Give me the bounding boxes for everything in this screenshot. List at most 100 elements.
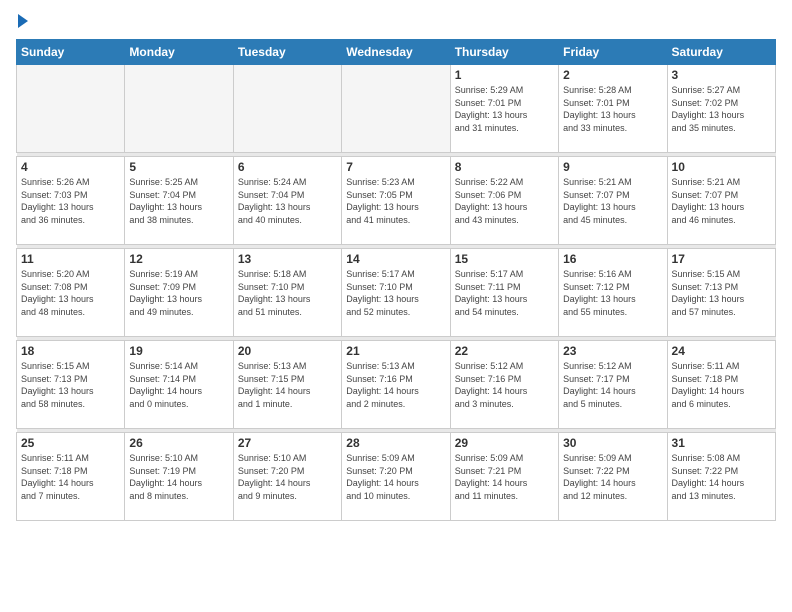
calendar-cell: 7Sunrise: 5:23 AM Sunset: 7:05 PM Daylig…: [342, 157, 450, 245]
calendar-cell: 24 Sunrise: 5:11 AM Sunset: 7:18 PM Dayli…: [667, 341, 775, 429]
day-info: Sunrise: 5:12 AM Sunset: 7:17 PM Dayligh…: [563, 360, 662, 410]
day-number: 3: [672, 68, 771, 82]
day-info: Sunrise: 5:26 AM Sunset: 7:03 PM Dayligh…: [21, 176, 120, 226]
calendar-cell: 10 Sunrise: 5:21 AM Sunset: 7:07 PM Dayli…: [667, 157, 775, 245]
day-info: Sunrise: 5:23 AM Sunset: 7:05 PM Dayligh…: [346, 176, 445, 226]
calendar-cell: 15 Sunrise: 5:17 AM Sunset: 7:11 PM Dayli…: [450, 249, 558, 337]
calendar-cell: 12 Sunrise: 5:19 AM Sunset: 7:09 PM Dayli…: [125, 249, 233, 337]
day-info: Sunrise: 5:10 AM Sunset: 7:19 PM Dayligh…: [129, 452, 228, 502]
calendar-cell: [17, 65, 125, 153]
day-number: 20: [238, 344, 337, 358]
weekday-header-wednesday: Wednesday: [342, 40, 450, 65]
day-info: Sunrise: 5:24 AM Sunset: 7:04 PM Dayligh…: [238, 176, 337, 226]
day-info: Sunrise: 5:17 AM Sunset: 7:11 PM Dayligh…: [455, 268, 554, 318]
calendar-cell: 6 Sunrise: 5:24 AM Sunset: 7:04 PM Daylig…: [233, 157, 341, 245]
day-number: 22: [455, 344, 554, 358]
day-number: 19: [129, 344, 228, 358]
calendar-cell: 3 Sunrise: 5:27 AM Sunset: 7:02 PM Daylig…: [667, 65, 775, 153]
day-number: 16: [563, 252, 662, 266]
day-number: 24: [672, 344, 771, 358]
calendar-cell: 30Sunrise: 5:09 AM Sunset: 7:22 PM Dayli…: [559, 433, 667, 521]
calendar-cell: 23 Sunrise: 5:12 AM Sunset: 7:17 PM Dayli…: [559, 341, 667, 429]
day-info: Sunrise: 5:16 AM Sunset: 7:12 PM Dayligh…: [563, 268, 662, 318]
calendar-cell: 8Sunrise: 5:22 AM Sunset: 7:06 PM Daylig…: [450, 157, 558, 245]
weekday-header-row: SundayMondayTuesdayWednesdayThursdayFrid…: [17, 40, 776, 65]
day-info: Sunrise: 5:09 AM Sunset: 7:21 PM Dayligh…: [455, 452, 554, 502]
day-info: Sunrise: 5:25 AM Sunset: 7:04 PM Dayligh…: [129, 176, 228, 226]
day-number: 1: [455, 68, 554, 82]
day-info: Sunrise: 5:10 AM Sunset: 7:20 PM Dayligh…: [238, 452, 337, 502]
day-info: Sunrise: 5:21 AM Sunset: 7:07 PM Dayligh…: [563, 176, 662, 226]
logo-arrow-icon: [18, 14, 28, 28]
day-number: 6: [238, 160, 337, 174]
weekday-header-saturday: Saturday: [667, 40, 775, 65]
calendar-cell: 28 Sunrise: 5:09 AM Sunset: 7:20 PM Dayli…: [342, 433, 450, 521]
day-number: 26: [129, 436, 228, 450]
day-number: 23: [563, 344, 662, 358]
day-number: 25: [21, 436, 120, 450]
day-number: 27: [238, 436, 337, 450]
day-info: Sunrise: 5:08 AM Sunset: 7:22 PM Dayligh…: [672, 452, 771, 502]
week-row-5: 25 Sunrise: 5:11 AM Sunset: 7:18 PM Dayli…: [17, 433, 776, 521]
day-info: Sunrise: 5:22 AM Sunset: 7:06 PM Dayligh…: [455, 176, 554, 226]
calendar-cell: 27 Sunrise: 5:10 AM Sunset: 7:20 PM Dayli…: [233, 433, 341, 521]
day-info: Sunrise: 5:21 AM Sunset: 7:07 PM Dayligh…: [672, 176, 771, 226]
week-row-3: 11 Sunrise: 5:20 AM Sunset: 7:08 PM Dayli…: [17, 249, 776, 337]
calendar-cell: 20 Sunrise: 5:13 AM Sunset: 7:15 PM Dayli…: [233, 341, 341, 429]
calendar-cell: 22 Sunrise: 5:12 AM Sunset: 7:16 PM Dayli…: [450, 341, 558, 429]
week-row-1: 1 Sunrise: 5:29 AM Sunset: 7:01 PM Daylig…: [17, 65, 776, 153]
day-info: Sunrise: 5:11 AM Sunset: 7:18 PM Dayligh…: [21, 452, 120, 502]
day-info: Sunrise: 5:20 AM Sunset: 7:08 PM Dayligh…: [21, 268, 120, 318]
day-number: 11: [21, 252, 120, 266]
day-number: 21: [346, 344, 445, 358]
calendar-cell: 18 Sunrise: 5:15 AM Sunset: 7:13 PM Dayli…: [17, 341, 125, 429]
calendar-cell: 13Sunrise: 5:18 AM Sunset: 7:10 PM Dayli…: [233, 249, 341, 337]
day-number: 13: [238, 252, 337, 266]
calendar-cell: 9 Sunrise: 5:21 AM Sunset: 7:07 PM Daylig…: [559, 157, 667, 245]
day-number: 18: [21, 344, 120, 358]
day-info: Sunrise: 5:09 AM Sunset: 7:22 PM Dayligh…: [563, 452, 662, 502]
calendar-cell: 25 Sunrise: 5:11 AM Sunset: 7:18 PM Dayli…: [17, 433, 125, 521]
day-number: 4: [21, 160, 120, 174]
day-number: 29: [455, 436, 554, 450]
day-info: Sunrise: 5:29 AM Sunset: 7:01 PM Dayligh…: [455, 84, 554, 134]
week-row-2: 4 Sunrise: 5:26 AM Sunset: 7:03 PM Daylig…: [17, 157, 776, 245]
calendar-cell: 17 Sunrise: 5:15 AM Sunset: 7:13 PM Dayli…: [667, 249, 775, 337]
calendar-cell: 2Sunrise: 5:28 AM Sunset: 7:01 PM Daylig…: [559, 65, 667, 153]
day-info: Sunrise: 5:27 AM Sunset: 7:02 PM Dayligh…: [672, 84, 771, 134]
day-number: 2: [563, 68, 662, 82]
day-number: 28: [346, 436, 445, 450]
day-info: Sunrise: 5:15 AM Sunset: 7:13 PM Dayligh…: [672, 268, 771, 318]
day-info: Sunrise: 5:09 AM Sunset: 7:20 PM Dayligh…: [346, 452, 445, 502]
week-row-4: 18 Sunrise: 5:15 AM Sunset: 7:13 PM Dayli…: [17, 341, 776, 429]
calendar-cell: 16 Sunrise: 5:16 AM Sunset: 7:12 PM Dayli…: [559, 249, 667, 337]
header: [16, 10, 776, 31]
page: SundayMondayTuesdayWednesdayThursdayFrid…: [0, 0, 792, 612]
day-info: Sunrise: 5:14 AM Sunset: 7:14 PM Dayligh…: [129, 360, 228, 410]
day-number: 10: [672, 160, 771, 174]
logo: [16, 10, 28, 31]
weekday-header-thursday: Thursday: [450, 40, 558, 65]
day-number: 9: [563, 160, 662, 174]
day-info: Sunrise: 5:15 AM Sunset: 7:13 PM Dayligh…: [21, 360, 120, 410]
calendar-cell: 29 Sunrise: 5:09 AM Sunset: 7:21 PM Dayli…: [450, 433, 558, 521]
day-info: Sunrise: 5:11 AM Sunset: 7:18 PM Dayligh…: [672, 360, 771, 410]
calendar-cell: [342, 65, 450, 153]
calendar-cell: 5 Sunrise: 5:25 AM Sunset: 7:04 PM Daylig…: [125, 157, 233, 245]
calendar-cell: 14Sunrise: 5:17 AM Sunset: 7:10 PM Dayli…: [342, 249, 450, 337]
day-number: 15: [455, 252, 554, 266]
calendar: SundayMondayTuesdayWednesdayThursdayFrid…: [16, 39, 776, 521]
weekday-header-sunday: Sunday: [17, 40, 125, 65]
day-info: Sunrise: 5:19 AM Sunset: 7:09 PM Dayligh…: [129, 268, 228, 318]
day-info: Sunrise: 5:12 AM Sunset: 7:16 PM Dayligh…: [455, 360, 554, 410]
day-number: 12: [129, 252, 228, 266]
calendar-cell: 19 Sunrise: 5:14 AM Sunset: 7:14 PM Dayli…: [125, 341, 233, 429]
logo-text: [16, 10, 28, 31]
day-number: 31: [672, 436, 771, 450]
calendar-cell: 21Sunrise: 5:13 AM Sunset: 7:16 PM Dayli…: [342, 341, 450, 429]
day-number: 5: [129, 160, 228, 174]
day-info: Sunrise: 5:13 AM Sunset: 7:15 PM Dayligh…: [238, 360, 337, 410]
weekday-header-monday: Monday: [125, 40, 233, 65]
day-number: 17: [672, 252, 771, 266]
calendar-cell: 26 Sunrise: 5:10 AM Sunset: 7:19 PM Dayli…: [125, 433, 233, 521]
